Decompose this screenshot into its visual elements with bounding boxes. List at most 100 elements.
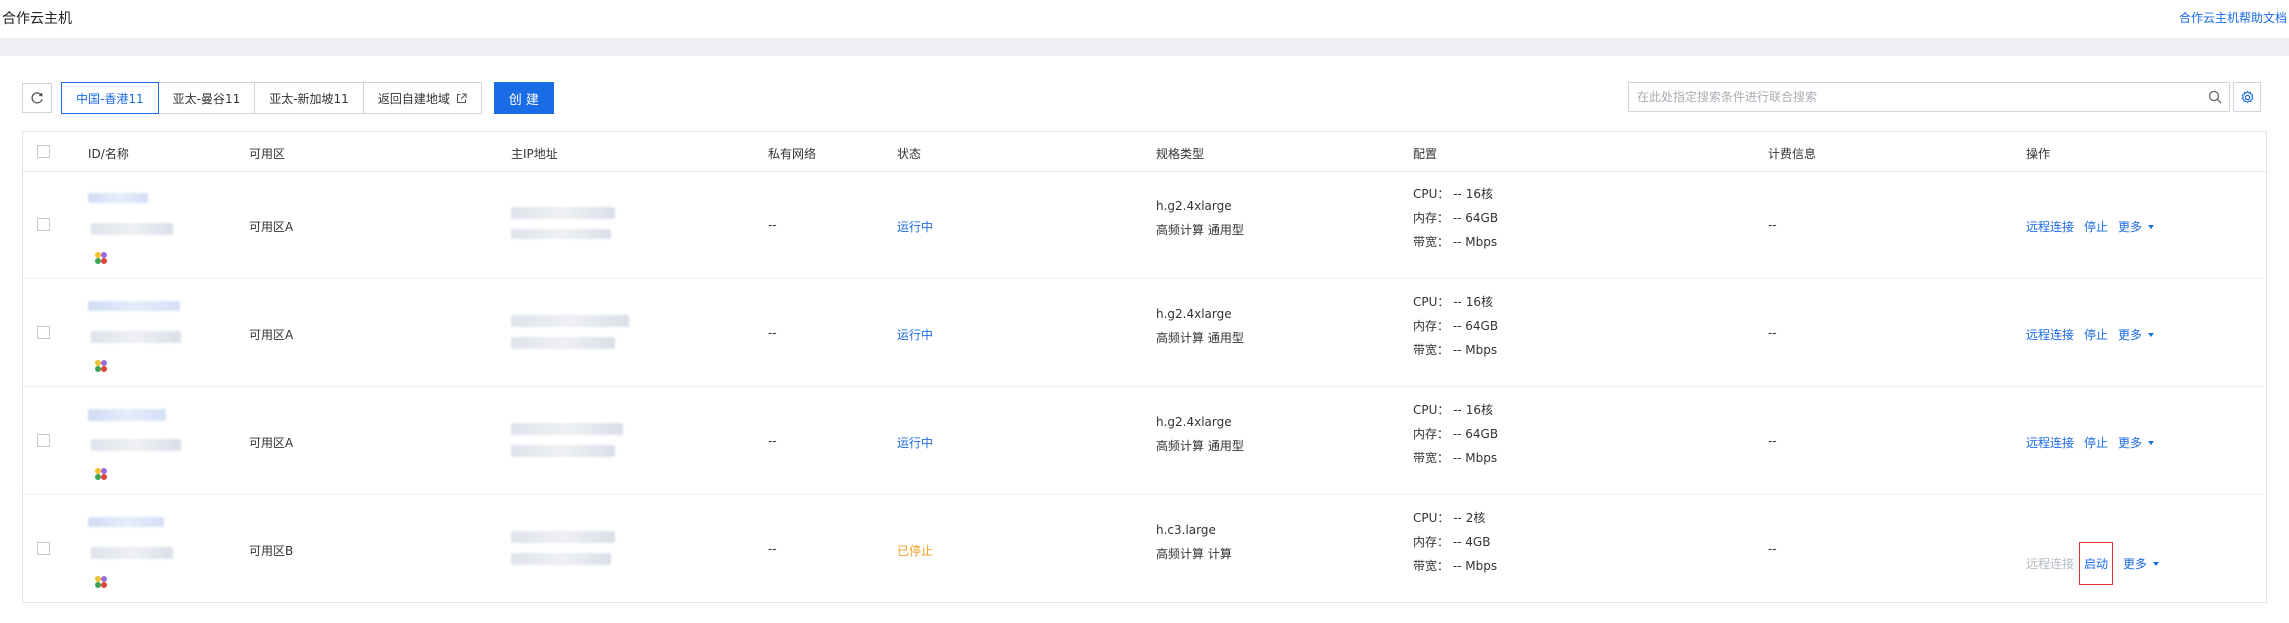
region-tab-back-to-own[interactable]: 返回自建地域	[362, 82, 482, 114]
stop-button[interactable]: 停止	[2084, 434, 2108, 451]
config-cpu: CPU： -- 2核	[1413, 511, 1486, 525]
search-input[interactable]	[1635, 83, 2201, 111]
config-cell: CPU： -- 16核 内存： -- 64GB 带宽： -- Mbps	[1413, 182, 1498, 254]
page-title: 合作云主机	[2, 11, 72, 27]
col-vpc: 私有网络	[768, 147, 817, 161]
spec-cell: h.g2.4xlarge 高频计算 通用型	[1156, 194, 1244, 242]
more-dropdown[interactable]: 更多	[2118, 218, 2155, 235]
more-label: 更多	[2118, 328, 2143, 342]
row-checkbox[interactable]	[37, 218, 50, 231]
ip-redacted	[511, 207, 615, 219]
col-main-ip: 主IP地址	[511, 147, 558, 161]
more-label: 更多	[2118, 220, 2143, 234]
instance-name-redacted	[91, 223, 173, 235]
instance-name-redacted	[91, 547, 173, 559]
chevron-down-icon	[2153, 561, 2160, 566]
more-dropdown[interactable]: 更多	[2123, 555, 2160, 572]
spec-cell: h.c3.large 高频计算 计算	[1156, 518, 1232, 566]
chevron-down-icon	[2148, 332, 2155, 337]
vpc-cell: --	[768, 326, 777, 340]
config-bandwidth: 带宽： -- Mbps	[1413, 343, 1498, 357]
row-checkbox[interactable]	[37, 542, 50, 555]
table-row: 可用区B -- 已停止 h.c3.large 高频计算 计算 CPU： -- 2…	[23, 495, 2266, 602]
region-tab-label: 中国-香港11	[76, 91, 144, 106]
instance-id-redacted[interactable]	[88, 409, 166, 421]
config-cell: CPU： -- 16核 内存： -- 64GB 带宽： -- Mbps	[1413, 290, 1498, 362]
billing-cell: --	[1768, 434, 1777, 448]
config-cpu: CPU： -- 16核	[1413, 187, 1493, 201]
zone-cell: 可用区B	[249, 544, 294, 558]
os-icon	[93, 358, 109, 374]
instance-id-redacted[interactable]	[88, 193, 148, 203]
spec-cell: h.g2.4xlarge 高频计算 通用型	[1156, 302, 1244, 350]
toolbar: 中国-香港11 亚太-曼谷11 亚太-新加坡11 返回自建地域 创 建	[22, 82, 554, 114]
remote-connect-button[interactable]: 远程连接	[2026, 326, 2074, 343]
status-badge: 已停止	[897, 544, 934, 558]
spec-name: h.c3.large	[1156, 523, 1216, 537]
vpc-cell: --	[768, 218, 777, 232]
stop-button[interactable]: 停止	[2084, 218, 2108, 235]
instance-table: ID/名称 可用区 主IP地址 私有网络 状态 规格类型 配置 计费信息 操作 …	[22, 131, 2267, 603]
ip-redacted	[511, 553, 611, 565]
header-divider-band	[0, 38, 2289, 56]
col-status: 状态	[897, 147, 922, 161]
table-row: 可用区A -- 运行中 h.g2.4xlarge 高频计算 通用型 CPU： -…	[23, 171, 2266, 279]
table-header: ID/名称 可用区 主IP地址 私有网络 状态 规格类型 配置 计费信息 操作	[23, 132, 2266, 172]
row-actions: 远程连接 停止 更多	[2026, 218, 2164, 235]
col-spec: 规格类型	[1156, 147, 1205, 161]
config-memory: 内存： -- 64GB	[1413, 427, 1499, 441]
spec-name: h.g2.4xlarge	[1156, 415, 1232, 429]
region-tab-label: 返回自建地域	[377, 91, 450, 106]
region-tab-label: 亚太-曼谷11	[172, 91, 241, 106]
remote-connect-button[interactable]: 远程连接	[2026, 434, 2074, 451]
settings-button[interactable]	[2233, 82, 2261, 112]
config-memory: 内存： -- 4GB	[1413, 535, 1491, 549]
ip-redacted	[511, 445, 615, 457]
search-icon[interactable]	[2201, 90, 2229, 104]
row-actions: 远程连接 停止 更多	[2026, 434, 2164, 451]
spec-name: h.g2.4xlarge	[1156, 199, 1232, 213]
status-badge: 运行中	[897, 220, 934, 234]
remote-connect-button: 远程连接	[2026, 557, 2075, 571]
refresh-button[interactable]	[22, 83, 52, 113]
instance-id-redacted[interactable]	[88, 301, 180, 311]
vpc-cell: --	[768, 434, 777, 448]
instance-name-redacted	[91, 439, 181, 451]
start-button[interactable]: 启动	[2079, 542, 2114, 585]
instance-id-redacted[interactable]	[88, 517, 164, 527]
remote-connect-button[interactable]: 远程连接	[2026, 218, 2074, 235]
chevron-down-icon	[2148, 224, 2155, 229]
ip-redacted	[511, 531, 615, 543]
region-tab-singapore[interactable]: 亚太-新加坡11	[254, 82, 364, 114]
help-doc-link[interactable]: 合作云主机帮助文档	[2179, 9, 2287, 26]
spec-family: 高频计算 通用型	[1156, 331, 1244, 345]
col-actions: 操作	[2026, 147, 2051, 161]
more-dropdown[interactable]: 更多	[2118, 434, 2155, 451]
search-box	[1628, 82, 2230, 112]
top-bar: 合作云主机 合作云主机帮助文档	[0, 0, 2289, 38]
spec-name: h.g2.4xlarge	[1156, 307, 1232, 321]
region-tab-hongkong[interactable]: 中国-香港11	[61, 82, 159, 114]
ip-redacted	[511, 315, 629, 327]
os-icon	[93, 574, 109, 590]
chevron-down-icon	[2148, 440, 2155, 445]
region-tab-bangkok[interactable]: 亚太-曼谷11	[157, 82, 256, 114]
create-button[interactable]: 创 建	[493, 82, 554, 114]
config-bandwidth: 带宽： -- Mbps	[1413, 451, 1498, 465]
spec-family: 高频计算 计算	[1156, 547, 1232, 561]
row-checkbox[interactable]	[37, 434, 50, 447]
billing-cell: --	[1768, 542, 1777, 556]
spec-family: 高频计算 通用型	[1156, 223, 1244, 237]
row-checkbox[interactable]	[37, 326, 50, 339]
more-dropdown[interactable]: 更多	[2118, 326, 2155, 343]
ip-redacted	[511, 229, 611, 239]
config-cell: CPU： -- 16核 内存： -- 64GB 带宽： -- Mbps	[1413, 398, 1498, 470]
more-label: 更多	[2123, 557, 2148, 571]
billing-cell: --	[1768, 326, 1777, 340]
zone-cell: 可用区A	[249, 220, 294, 234]
select-all-checkbox[interactable]	[37, 145, 50, 158]
billing-cell: --	[1768, 218, 1777, 232]
col-billing: 计费信息	[1768, 147, 1817, 161]
status-badge: 运行中	[897, 436, 934, 450]
stop-button[interactable]: 停止	[2084, 326, 2108, 343]
